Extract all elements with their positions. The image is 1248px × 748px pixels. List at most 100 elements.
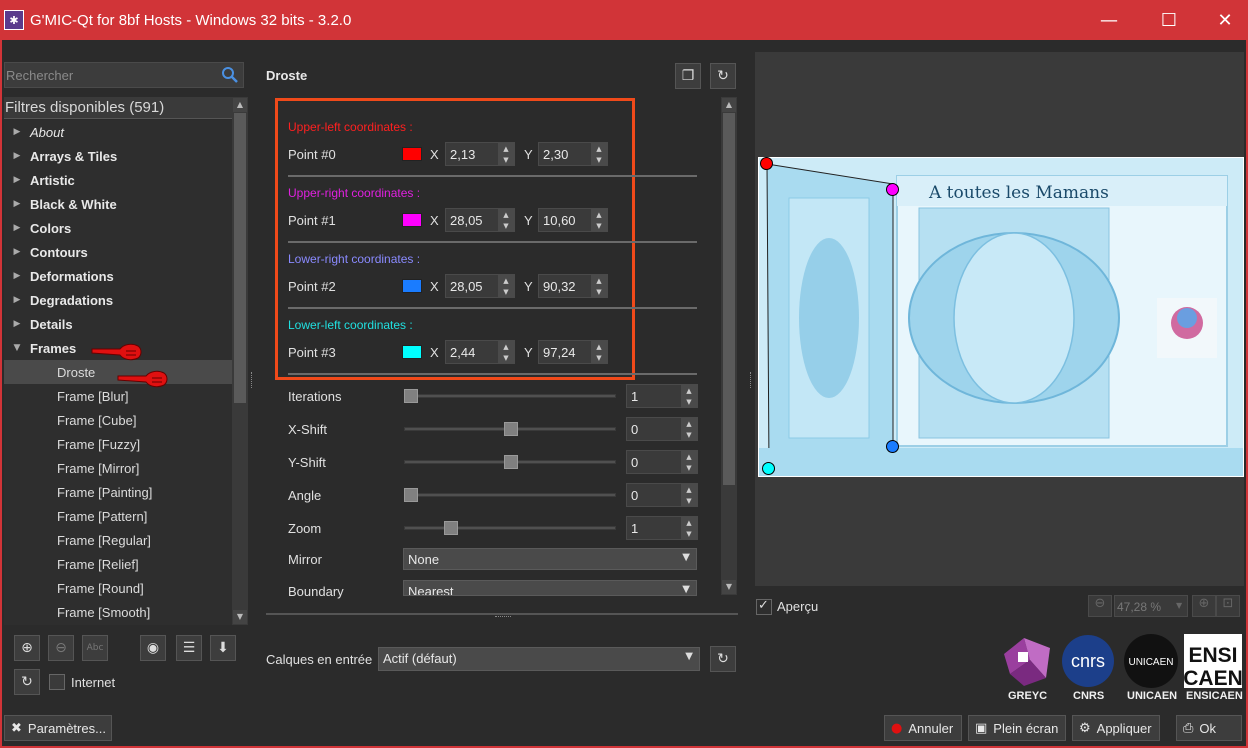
spin-arrows-icon[interactable]: ▲ ▼ [498, 275, 514, 297]
slider-track[interactable] [404, 493, 616, 497]
tree-category[interactable]: ▶ Arrays & Tiles [4, 144, 232, 168]
search-icon[interactable] [221, 66, 239, 84]
spin-arrows-icon[interactable]: ▲ ▼ [498, 341, 514, 363]
control-point-0[interactable] [760, 157, 773, 170]
zoom-in-icon[interactable]: ⊕ [1192, 595, 1216, 617]
tree-category[interactable]: ▶ About [4, 120, 232, 144]
chevron-right-icon[interactable]: ▶ [4, 175, 30, 185]
spin-arrows-icon[interactable]: ▲ ▼ [681, 484, 697, 506]
scroll-down-icon[interactable]: ▼ [233, 610, 247, 624]
point-color-swatch[interactable] [402, 213, 422, 227]
filter-list-button[interactable]: ☰ [176, 635, 202, 661]
control-point-1[interactable] [886, 183, 899, 196]
internet-checkbox[interactable] [49, 674, 65, 690]
spin-arrows-icon[interactable]: ▲ ▼ [681, 385, 697, 407]
color-visibility-button[interactable]: ◉ [140, 635, 166, 661]
settings-button[interactable]: ✖ Paramètres... [4, 715, 112, 741]
slider-handle[interactable] [404, 389, 418, 403]
tree-filter-item[interactable]: Frame [Painting] [4, 480, 232, 504]
chevron-right-icon[interactable]: ▶ [4, 295, 30, 305]
control-point-2[interactable] [886, 440, 899, 453]
scroll-up-icon[interactable]: ▲ [722, 98, 736, 112]
point-color-swatch[interactable] [402, 279, 422, 293]
y-coordinate-spinbox[interactable]: 97,24 ▲ ▼ [538, 340, 608, 364]
tree-filter-item[interactable]: Frame [Cube] [4, 408, 232, 432]
tree-filter-item[interactable]: Frame [Regular] [4, 528, 232, 552]
search-box[interactable]: Rechercher [4, 62, 244, 88]
cancel-button[interactable]: ● Annuler [884, 715, 962, 741]
slider-value-spinbox[interactable]: 0 ▲ ▼ [626, 417, 698, 441]
tree-category[interactable]: ▶ Details [4, 312, 232, 336]
x-coordinate-spinbox[interactable]: 2,44 ▲ ▼ [445, 340, 515, 364]
slider-value-spinbox[interactable]: 1 ▲ ▼ [626, 516, 698, 540]
remove-favorite-button[interactable]: ⊖ [48, 635, 74, 661]
x-coordinate-spinbox[interactable]: 28,05 ▲ ▼ [445, 208, 515, 232]
tree-filter-item[interactable]: Frame [Mirror] [4, 456, 232, 480]
refresh-filters-button[interactable]: ↻ [14, 669, 40, 695]
add-favorite-button[interactable]: ⊕ [14, 635, 40, 661]
slider-handle[interactable] [404, 488, 418, 502]
tree-scrollbar[interactable]: ▲ ▼ [232, 97, 248, 625]
mirror-select[interactable]: None ▼ [403, 548, 697, 570]
tree-filter-item[interactable]: Frame [Fuzzy] [4, 432, 232, 456]
chevron-right-icon[interactable]: ▶ [4, 271, 30, 281]
chevron-right-icon[interactable]: ▶ [4, 199, 30, 209]
spin-arrows-icon[interactable]: ▲ ▼ [591, 341, 607, 363]
spin-arrows-icon[interactable]: ▲ ▼ [591, 143, 607, 165]
ok-button[interactable]: ⎙ Ok [1176, 715, 1242, 741]
chevron-down-icon[interactable]: ▼ [4, 343, 30, 353]
scroll-thumb[interactable] [723, 113, 735, 485]
close-button[interactable]: ✕ [1202, 0, 1248, 40]
chevron-right-icon[interactable]: ▶ [4, 151, 30, 161]
tree-category[interactable]: ▶ Colors [4, 216, 232, 240]
y-coordinate-spinbox[interactable]: 2,30 ▲ ▼ [538, 142, 608, 166]
search-input[interactable]: Rechercher [6, 68, 73, 83]
scroll-thumb[interactable] [234, 113, 246, 403]
spin-arrows-icon[interactable]: ▲ ▼ [498, 143, 514, 165]
tree-category[interactable]: ▶ Degradations [4, 288, 232, 312]
slider-value-spinbox[interactable]: 0 ▲ ▼ [626, 450, 698, 474]
scroll-up-icon[interactable]: ▲ [233, 98, 247, 112]
preview-checkbox[interactable]: ✓ [756, 598, 772, 615]
reset-params-button[interactable]: ↻ [710, 63, 736, 89]
chevron-right-icon[interactable]: ▶ [4, 223, 30, 233]
spin-arrows-icon[interactable]: ▲ ▼ [681, 418, 697, 440]
chevron-right-icon[interactable]: ▶ [4, 247, 30, 257]
splitter-grip[interactable] [251, 372, 254, 388]
tree-category[interactable]: ▶ Artistic [4, 168, 232, 192]
slider-handle[interactable] [504, 422, 518, 436]
y-coordinate-spinbox[interactable]: 90,32 ▲ ▼ [538, 274, 608, 298]
slider-handle[interactable] [444, 521, 458, 535]
refresh-layers-button[interactable]: ↻ [710, 646, 736, 672]
spin-arrows-icon[interactable]: ▲ ▼ [498, 209, 514, 231]
maximize-button[interactable]: ☐ [1146, 0, 1192, 40]
tree-category[interactable]: ▶ Deformations [4, 264, 232, 288]
slider-value-spinbox[interactable]: 0 ▲ ▼ [626, 483, 698, 507]
tree-category[interactable]: ▶ Contours [4, 240, 232, 264]
y-coordinate-spinbox[interactable]: 10,60 ▲ ▼ [538, 208, 608, 232]
slider-handle[interactable] [504, 455, 518, 469]
spin-arrows-icon[interactable]: ▲ ▼ [681, 517, 697, 539]
scroll-down-icon[interactable]: ▼ [722, 580, 736, 594]
input-layers-select[interactable]: Actif (défaut) ▼ [378, 647, 700, 671]
tree-filter-item[interactable]: Frame [Relief] [4, 552, 232, 576]
apply-button[interactable]: ⚙ Appliquer [1072, 715, 1160, 741]
slider-value-spinbox[interactable]: 1 ▲ ▼ [626, 384, 698, 408]
chevron-right-icon[interactable]: ▶ [4, 127, 30, 137]
tree-filter-item[interactable]: Frame [Smooth] [4, 600, 232, 624]
spin-arrows-icon[interactable]: ▲ ▼ [681, 451, 697, 473]
spin-arrows-icon[interactable]: ▲ ▼ [591, 209, 607, 231]
download-button[interactable]: ⬇ [210, 635, 236, 661]
slider-track[interactable] [404, 526, 616, 530]
point-color-swatch[interactable] [402, 147, 422, 161]
params-scrollbar[interactable]: ▲ ▼ [721, 97, 737, 595]
x-coordinate-spinbox[interactable]: 2,13 ▲ ▼ [445, 142, 515, 166]
preview-image[interactable]: A toutes les Mamans [758, 157, 1244, 477]
control-point-3[interactable] [762, 462, 775, 475]
tree-filter-item[interactable]: Frame [Round] [4, 576, 232, 600]
minimize-button[interactable]: — [1086, 0, 1132, 40]
splitter-grip[interactable] [750, 372, 753, 388]
chevron-right-icon[interactable]: ▶ [4, 319, 30, 329]
x-coordinate-spinbox[interactable]: 28,05 ▲ ▼ [445, 274, 515, 298]
zoom-reset-icon[interactable]: ⊡ [1216, 595, 1240, 617]
